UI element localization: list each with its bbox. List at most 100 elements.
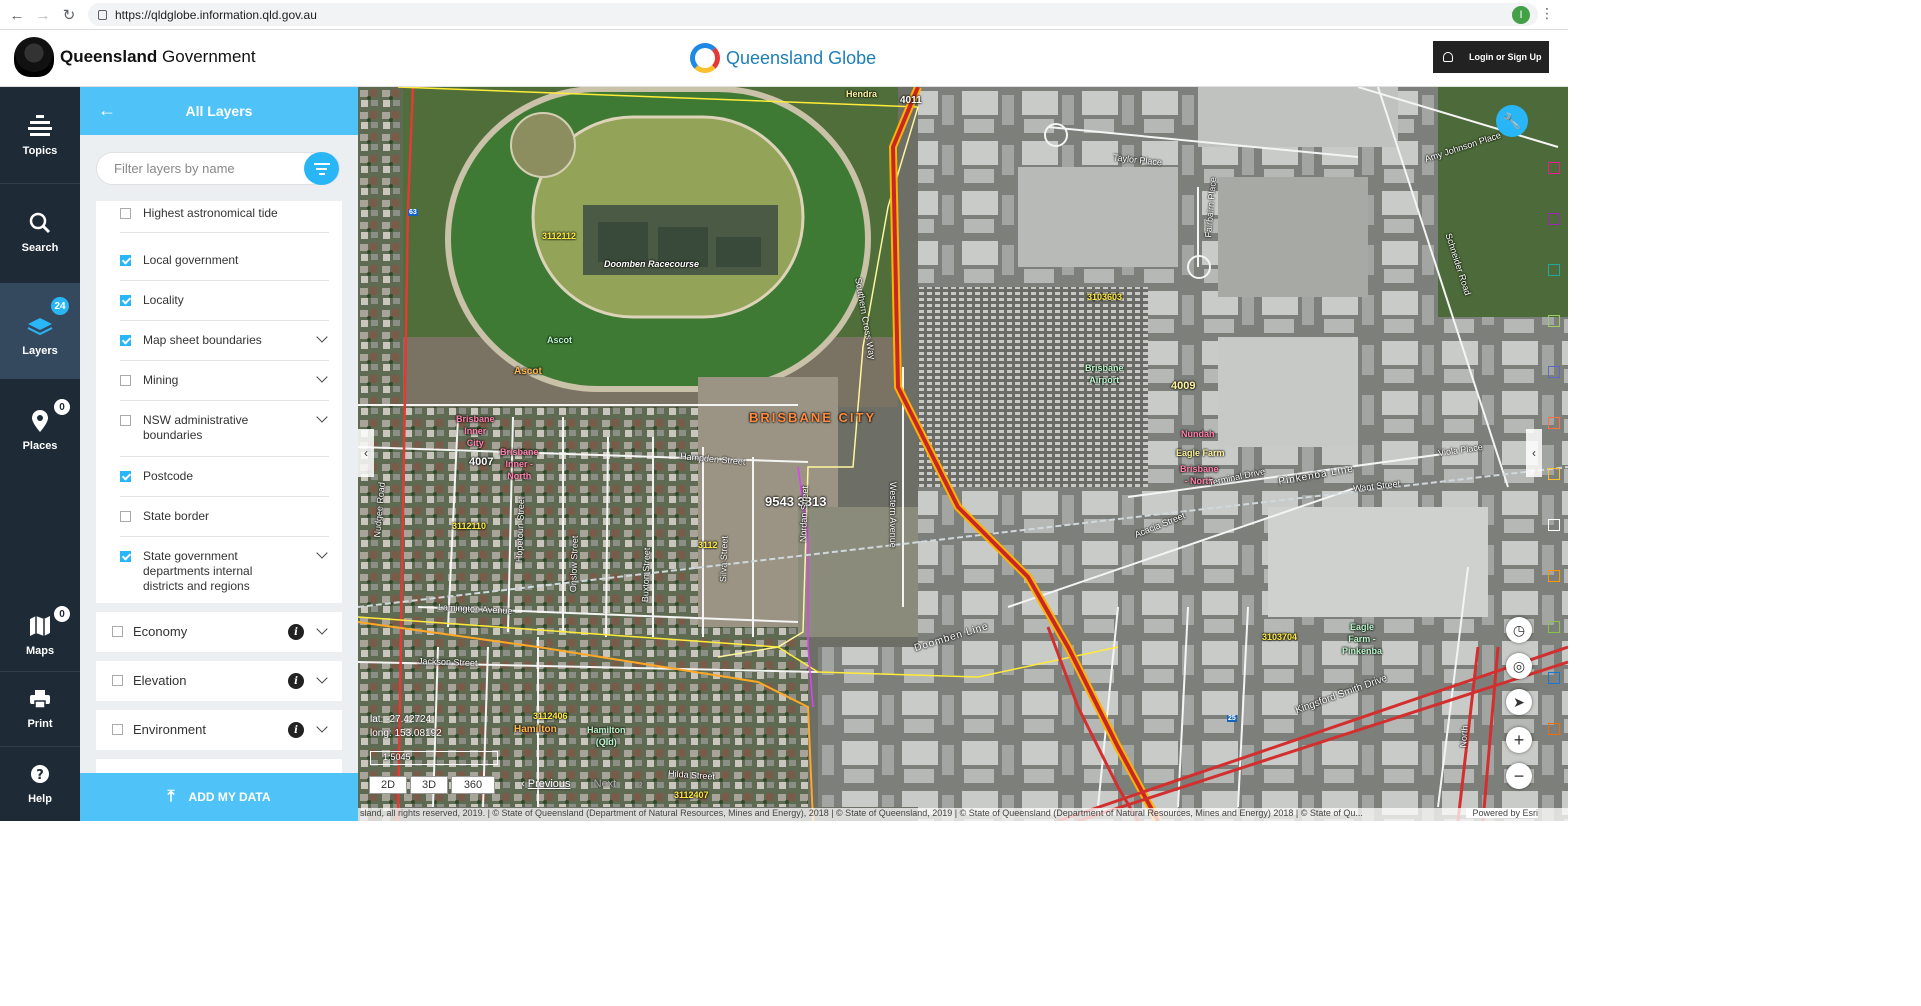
road-label: Onslow Street [568,535,580,593]
reload-icon[interactable]: ↻ [56,2,82,28]
address-bar[interactable]: https://qldglobe.information.qld.gov.au [88,3,1538,26]
info-icon[interactable]: i [288,624,304,640]
chevron-down-icon[interactable] [316,672,328,684]
profile-avatar[interactable]: I [1512,6,1530,24]
mode-360-button[interactable]: 360 [451,776,495,794]
chevron-down-icon[interactable] [316,331,328,343]
browser-toolbar: ← → ↻ https://qldglobe.information.qld.g… [0,0,1568,30]
legend-swatch[interactable] [1548,570,1560,582]
info-icon[interactable]: i [288,722,304,738]
tools-wrench-icon[interactable]: 🔧 [1496,105,1528,137]
previous-link[interactable]: ‹ Previous [521,778,571,790]
layer-checkbox[interactable] [120,335,131,346]
nav-topics[interactable]: Topics [0,87,80,183]
back-arrow-icon[interactable]: ← [4,2,30,28]
filter-layers-input[interactable]: Filter layers by name [96,152,340,185]
category-partial [96,759,342,773]
economy-checkbox[interactable] [112,626,123,637]
view-mode-buttons: 2D 3D 360 [369,776,498,794]
layer-row[interactable]: Map sheet boundaries [96,321,342,361]
legend-swatch[interactable] [1548,468,1560,480]
layer-row[interactable]: NSW administrative boundaries [96,401,342,457]
info-icon[interactable]: i [288,673,304,689]
layer-checkbox[interactable] [120,295,131,306]
nav-print[interactable]: Print [0,672,80,746]
forward-arrow-icon[interactable]: → [30,2,56,28]
layer-checkbox[interactable] [120,415,131,426]
clock-icon[interactable]: ◷ [1506,617,1532,643]
legend-swatch[interactable] [1548,366,1560,378]
nav-search[interactable]: Search [0,184,80,282]
map-label: 3103603 [1087,292,1123,302]
category-elevation[interactable]: Elevation i [96,661,342,701]
layer-checkbox[interactable] [120,255,131,266]
category-economy[interactable]: Economy i [96,612,342,652]
layer-row[interactable]: State border [96,497,342,537]
browser-menu-icon[interactable]: ⋮ [1540,5,1554,22]
layer-row[interactable]: Local government [96,241,342,281]
legend-swatch[interactable] [1548,723,1560,735]
chevron-down-icon[interactable] [316,411,328,423]
layer-checkbox[interactable] [120,511,131,522]
svg-text:?: ? [36,768,44,783]
legend-swatch[interactable] [1548,264,1560,276]
layer-row[interactable]: Postcode [96,457,342,497]
filter-icon[interactable] [304,152,339,185]
chevron-down-icon[interactable] [316,371,328,383]
boundaries-layer-list: Highest astronomical tide Local governmen… [96,201,342,603]
globe-logo-icon [690,43,720,73]
map-label: BRISBANE CITY [749,410,877,425]
elevation-checkbox[interactable] [112,675,123,686]
compass-icon[interactable]: ➤ [1506,689,1532,715]
layer-row[interactable]: Mining [96,361,342,401]
login-button[interactable]: Login or Sign Up [1433,41,1549,73]
chevron-down-icon[interactable] [316,547,328,559]
category-environment[interactable]: Environment i [96,710,342,750]
map-label: 3103704 [1262,632,1298,642]
map-label: 9543 3313 [765,494,827,509]
zoom-out-button[interactable]: − [1506,763,1532,789]
layer-row[interactable]: Locality [96,281,342,321]
legend-swatch[interactable] [1548,672,1560,684]
chevron-down-icon[interactable] [316,623,328,635]
legend-swatch[interactable] [1548,315,1560,327]
legend-swatch[interactable] [1548,621,1560,633]
layer-checkbox[interactable] [120,208,131,219]
layer-row[interactable]: Highest astronomical tide [96,201,342,233]
next-link[interactable]: Next › [594,778,643,790]
location-pin-icon: 0 [27,398,71,434]
nav-layers[interactable]: 24 Layers [0,283,80,379]
legend-swatch[interactable] [1548,519,1560,531]
road-label: Buxton Street [640,547,652,603]
legend-swatch[interactable] [1548,417,1560,429]
mode-2d-button[interactable]: 2D [369,776,407,794]
legend-swatch[interactable] [1548,162,1560,174]
map-label: 4009 [1171,380,1196,392]
layer-row[interactable]: State government departments internal di… [96,537,342,603]
collapse-right-tab[interactable]: ‹ [1526,429,1542,477]
back-arrow-icon[interactable]: ← [98,100,116,121]
collapse-left-tab[interactable]: ‹ [358,429,374,477]
zoom-in-button[interactable]: + [1506,727,1532,753]
map-label: Ascot [514,366,542,377]
layer-checkbox[interactable] [120,375,131,386]
mode-3d-button[interactable]: 3D [410,776,448,794]
map-attribution: sland, all rights reserved, 2019. | © St… [358,808,1568,821]
road-label: Silva Street [718,535,730,583]
nav-help[interactable]: ? Help [0,747,80,821]
nav-maps[interactable]: 0 Maps [0,597,80,677]
nav-places[interactable]: 0 Places [0,380,80,476]
environment-checkbox[interactable] [112,724,123,735]
chevron-down-icon[interactable] [316,721,328,733]
map-view[interactable]: Hendra 4011 3112112 Doomben Racecourse A… [358,87,1568,821]
locate-icon[interactable]: ◎ [1506,653,1532,679]
road-label: North [1458,725,1470,748]
left-navigation: Topics Search 24 Layers 0 Places 0 Maps … [0,87,80,821]
powered-by-esri[interactable]: Powered by Esri [1466,808,1538,818]
add-my-data-button[interactable]: ⤒ ADD MY DATA [80,773,358,821]
layer-checkbox[interactable] [120,551,131,562]
legend-swatch[interactable] [1548,213,1560,225]
layer-label: State government departments internal di… [143,549,253,593]
layer-checkbox[interactable] [120,471,131,482]
queensland-government-logo[interactable]: Queensland Government [14,37,256,77]
